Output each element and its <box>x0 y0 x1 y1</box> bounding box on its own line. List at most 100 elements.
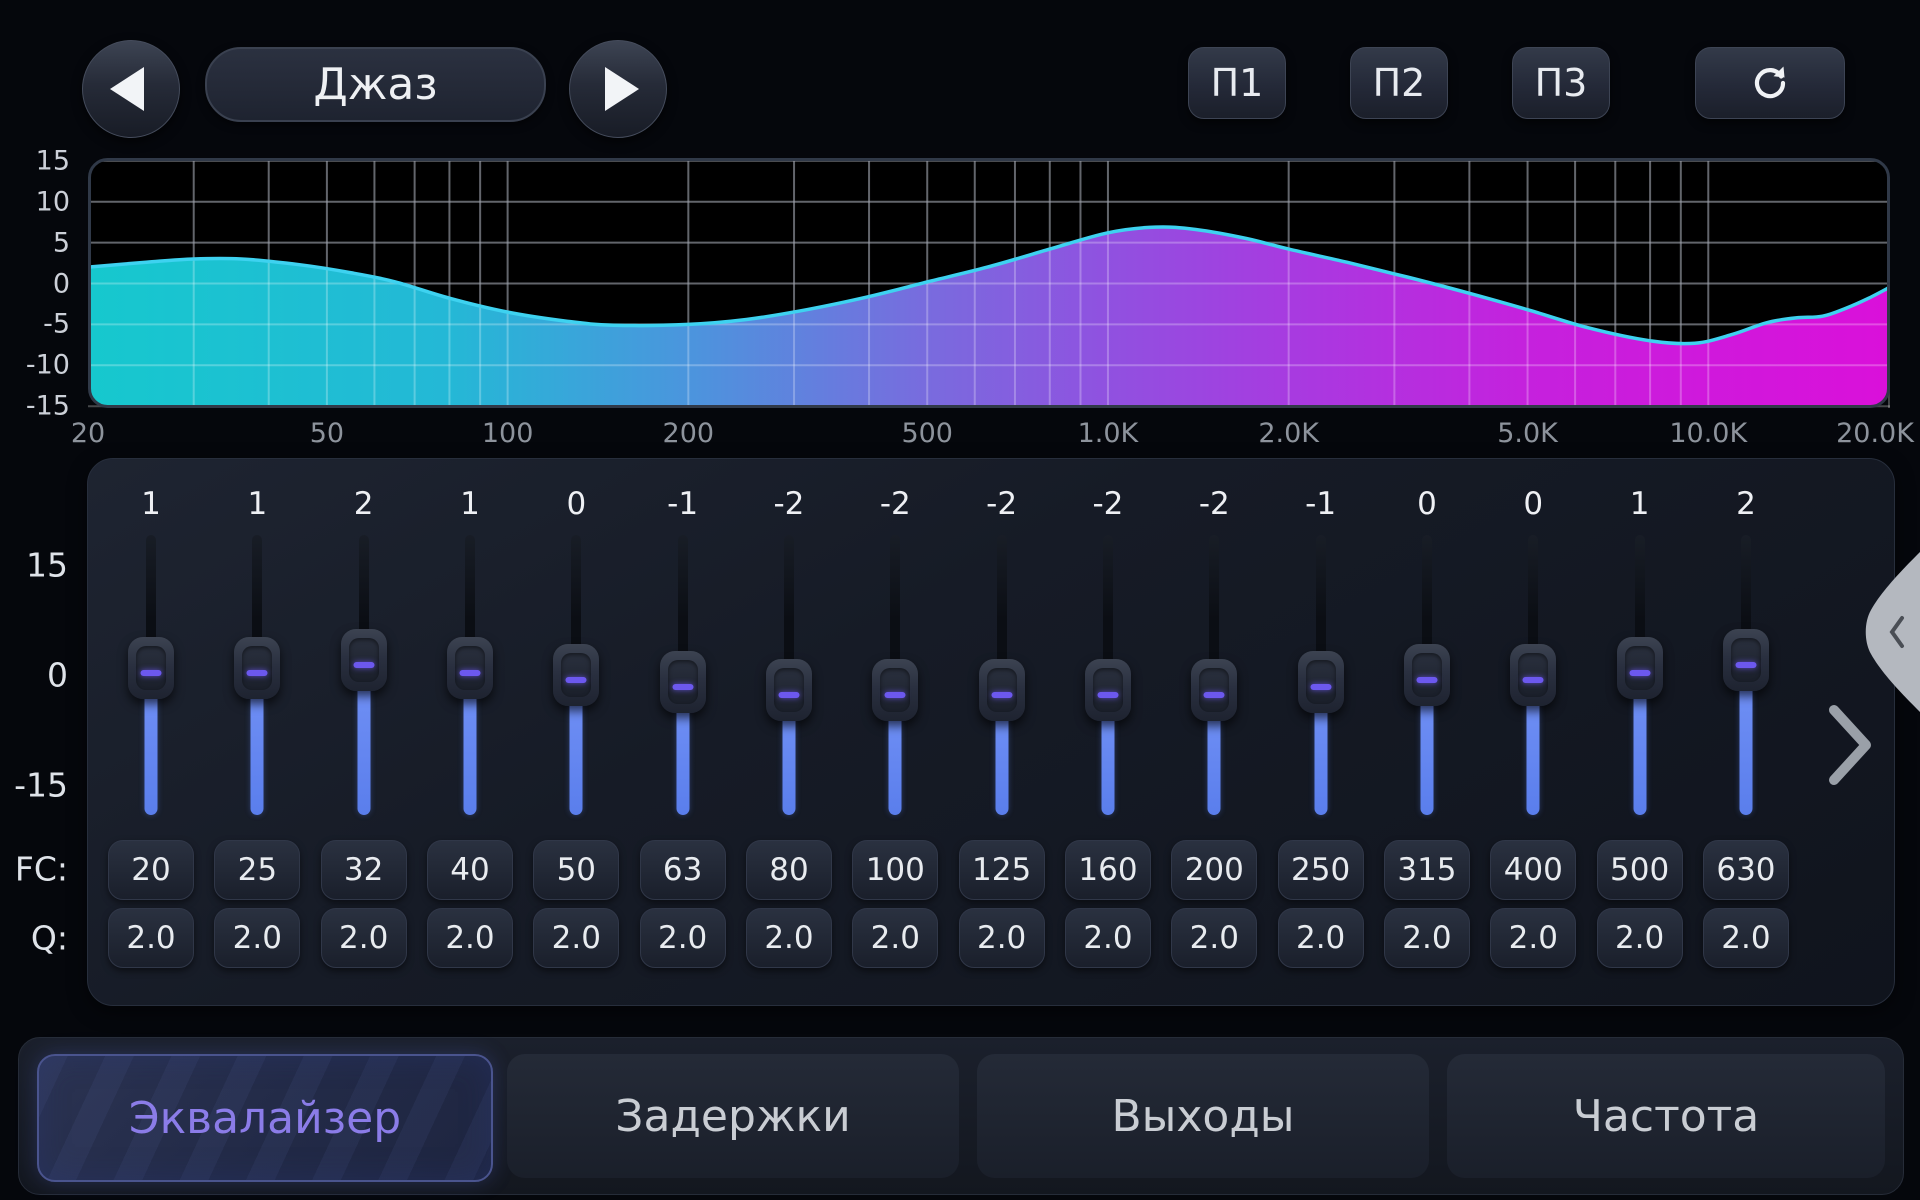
thumb-inset <box>1625 646 1655 690</box>
band-gain-value: 1 <box>204 486 310 522</box>
band-gain-value: -1 <box>630 486 736 522</box>
band-q-value[interactable]: 2.0 <box>959 908 1045 968</box>
band-slider-thumb[interactable] <box>447 637 493 699</box>
band-slider-thumb[interactable] <box>1085 659 1131 721</box>
prev-preset-button[interactable] <box>82 40 180 138</box>
next-bands-button[interactable] <box>1822 700 1878 790</box>
band-fc-value[interactable]: 40 <box>427 840 513 900</box>
band-fc-value[interactable]: 63 <box>640 840 726 900</box>
band-q-value[interactable]: 2.0 <box>1171 908 1257 968</box>
band-gain-value: 2 <box>1693 486 1799 522</box>
band-fc-value[interactable]: 160 <box>1065 840 1151 900</box>
eq-band-200: -22002.0 <box>1161 458 1267 1004</box>
band-fc-value[interactable]: 250 <box>1278 840 1364 900</box>
eq-band-20: 1202.0 <box>98 458 204 1004</box>
band-slider-thumb[interactable] <box>660 651 706 713</box>
band-fc-value[interactable]: 100 <box>852 840 938 900</box>
thumb-dash-icon <box>1310 684 1331 690</box>
eq-band-500: 15002.0 <box>1587 458 1693 1004</box>
y-axis-tick-label: 10 <box>14 188 70 215</box>
band-q-value[interactable]: 2.0 <box>427 908 513 968</box>
x-axis-tick-label: 1.0K <box>1078 418 1139 449</box>
band-gain-value: 2 <box>311 486 417 522</box>
band-fc-value[interactable]: 125 <box>959 840 1045 900</box>
eq-band-125: -21252.0 <box>949 458 1055 1004</box>
band-slider-thumb[interactable] <box>1298 651 1344 713</box>
reset-button[interactable] <box>1695 47 1845 119</box>
band-q-value[interactable]: 2.0 <box>108 908 194 968</box>
tab-delays[interactable]: Задержки <box>507 1054 959 1178</box>
thumb-inset <box>1412 653 1442 697</box>
x-axis-tick-label: 20.0K <box>1836 418 1914 449</box>
tab-label: Частота <box>1573 1091 1759 1142</box>
band-q-value[interactable]: 2.0 <box>533 908 619 968</box>
band-slider-thumb[interactable] <box>1617 637 1663 699</box>
eq-band-25: 1 25 2.0 <box>204 458 310 1004</box>
fc-row-label: FC: <box>2 850 68 889</box>
band-fc-value[interactable]: 630 <box>1703 840 1789 900</box>
band-slider-thumb[interactable] <box>234 637 280 699</box>
band-q-value[interactable]: 2.0 <box>321 908 407 968</box>
band-q-value[interactable]: 2.0 <box>1597 908 1683 968</box>
y-axis-tick-label: -5 <box>14 311 70 338</box>
band-fc-value[interactable]: 200 <box>1171 840 1257 900</box>
eq-band-50: 0502.0 <box>523 458 629 1004</box>
band-slider-thumb[interactable] <box>979 659 1025 721</box>
band-slider-thumb[interactable] <box>1191 659 1237 721</box>
tab-label: Задержки <box>615 1091 850 1142</box>
band-fc-value[interactable]: 400 <box>1490 840 1576 900</box>
band-slider-thumb[interactable] <box>341 629 387 691</box>
x-axis-tick-label: 50 <box>310 418 344 449</box>
band-q-value[interactable]: 2.0 <box>640 908 726 968</box>
memory-button-p1[interactable]: П1 <box>1188 47 1286 119</box>
band-q-value[interactable]: 2.0 <box>746 908 832 968</box>
thumb-dash-icon <box>1629 670 1650 676</box>
band-slider-thumb[interactable] <box>1404 644 1450 706</box>
band-q-value[interactable]: 2.0 <box>1490 908 1576 968</box>
band-gain-value: 0 <box>1480 486 1586 522</box>
band-slider-thumb[interactable] <box>766 659 812 721</box>
tab-frequency[interactable]: Частота <box>1447 1054 1885 1178</box>
band-fc-value[interactable]: 50 <box>533 840 619 900</box>
band-fc-value[interactable]: 80 <box>746 840 832 900</box>
q-row-label: Q: <box>2 919 68 958</box>
thumb-inset <box>242 646 272 690</box>
band-fc-value[interactable]: 315 <box>1384 840 1470 900</box>
thumb-inset <box>1518 653 1548 697</box>
tab-outputs[interactable]: Выходы <box>977 1054 1429 1178</box>
memory-button-p2[interactable]: П2 <box>1350 47 1448 119</box>
band-q-value[interactable]: 2.0 <box>214 908 300 968</box>
side-drawer-handle[interactable] <box>1862 552 1920 712</box>
eq-band-250: -12502.0 <box>1268 458 1374 1004</box>
thumb-inset <box>1199 668 1229 712</box>
eq-band-32: 2 32 2.0 <box>311 458 417 1004</box>
thumb-dash-icon <box>885 692 906 698</box>
band-fc-value[interactable]: 500 <box>1597 840 1683 900</box>
band-gain-value: -2 <box>736 486 842 522</box>
band-q-value[interactable]: 2.0 <box>1278 908 1364 968</box>
preset-selector[interactable]: Джаз <box>205 47 546 122</box>
band-slider-thumb[interactable] <box>1723 629 1769 691</box>
band-slider-thumb[interactable] <box>872 659 918 721</box>
memory-button-p3[interactable]: П3 <box>1512 47 1610 119</box>
tab-label: Выходы <box>1111 1091 1294 1142</box>
tab-equalizer[interactable]: Эквалайзер <box>37 1054 493 1182</box>
band-slider-thumb[interactable] <box>553 644 599 706</box>
band-q-value[interactable]: 2.0 <box>852 908 938 968</box>
band-fc-value[interactable]: 20 <box>108 840 194 900</box>
eq-band-160: -21602.0 <box>1055 458 1161 1004</box>
band-q-value[interactable]: 2.0 <box>1384 908 1470 968</box>
y-axis-tick-label: -10 <box>14 352 70 379</box>
band-gain-value: 0 <box>1374 486 1480 522</box>
band-fc-value[interactable]: 25 <box>214 840 300 900</box>
band-q-value[interactable]: 2.0 <box>1065 908 1151 968</box>
memory-button-label: П2 <box>1373 61 1426 105</box>
x-axis-tick-label: 100 <box>482 418 534 449</box>
band-slider-thumb[interactable] <box>128 637 174 699</box>
next-preset-button[interactable] <box>569 40 667 138</box>
band-slider-thumb[interactable] <box>1510 644 1556 706</box>
thumb-dash-icon <box>1416 677 1437 683</box>
band-q-value[interactable]: 2.0 <box>1703 908 1789 968</box>
band-fc-value[interactable]: 32 <box>321 840 407 900</box>
eq-band-400: 0 400 2.0 <box>1480 458 1586 1004</box>
